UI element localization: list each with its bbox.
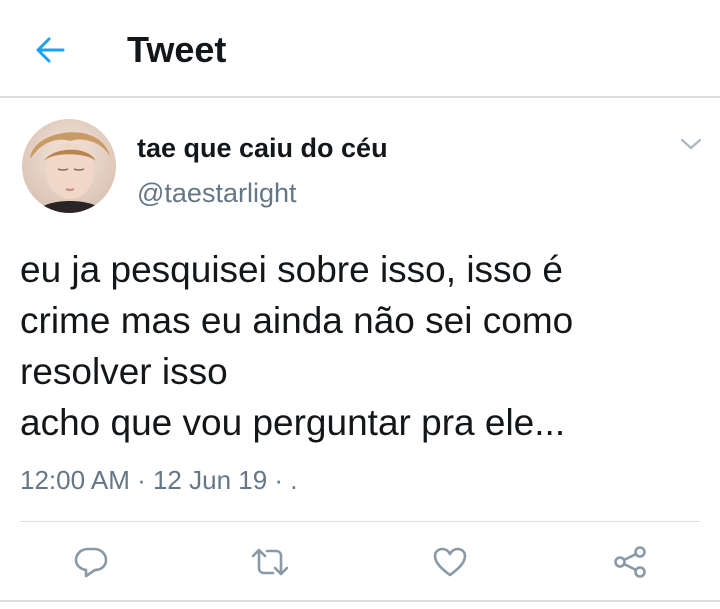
tweet-menu-button[interactable] bbox=[676, 132, 706, 156]
retweet-icon bbox=[251, 548, 289, 576]
back-button[interactable] bbox=[30, 30, 70, 70]
share-button[interactable] bbox=[608, 538, 652, 586]
action-bar bbox=[0, 538, 720, 586]
tweet-text-line: crime mas eu ainda não sei como bbox=[20, 300, 574, 341]
meta-separator: · bbox=[129, 465, 153, 495]
heart-icon bbox=[433, 547, 467, 577]
avatar-image bbox=[22, 119, 116, 213]
retweet-button[interactable] bbox=[248, 538, 292, 586]
tweet-text: eu ja pesquisei sobre isso, isso é crime… bbox=[20, 244, 700, 448]
tweet-timestamp: 12:00 AM · 12 Jun 19 · . bbox=[20, 463, 298, 497]
tweet-date: 12 Jun 19 bbox=[152, 465, 268, 495]
reply-icon bbox=[74, 547, 108, 578]
author-handle[interactable]: @taestarlight bbox=[137, 176, 296, 210]
meta-tail: · . bbox=[274, 465, 298, 495]
like-button[interactable] bbox=[428, 538, 472, 586]
bottom-divider bbox=[0, 600, 720, 602]
tweet-time: 12:00 AM bbox=[20, 465, 130, 495]
reply-button[interactable] bbox=[69, 538, 113, 586]
avatar[interactable] bbox=[22, 119, 116, 213]
divider bbox=[20, 521, 700, 522]
tweet-text-line: acho que vou perguntar pra ele... bbox=[20, 402, 566, 443]
author-name[interactable]: tae que caiu do céu bbox=[137, 131, 388, 165]
arrow-left-icon bbox=[36, 37, 65, 63]
top-bar: Tweet bbox=[0, 0, 720, 98]
page-title: Tweet bbox=[127, 29, 227, 70]
tweet-text-line: resolver isso bbox=[20, 351, 228, 392]
chevron-down-icon bbox=[680, 138, 702, 150]
share-icon bbox=[614, 546, 646, 578]
tweet-text-line: eu ja pesquisei sobre isso, isso é bbox=[20, 249, 563, 290]
